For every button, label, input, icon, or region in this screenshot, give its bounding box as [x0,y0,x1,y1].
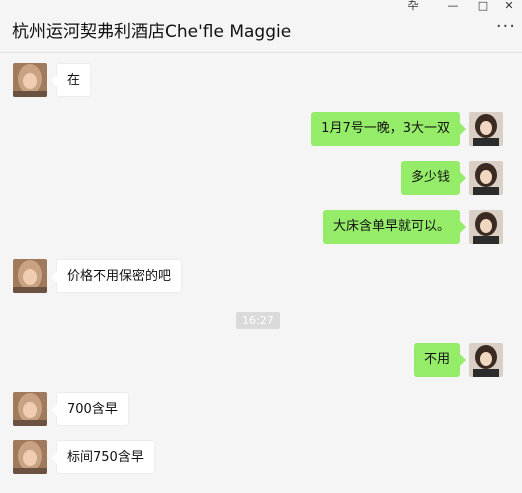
contact-avatar[interactable] [13,392,47,426]
my-avatar[interactable] [469,112,503,146]
title-bar: 杭州运河契弗利酒店Che'fle Maggie 卆 — □ ✕ ··· [0,0,522,53]
minimize-icon[interactable]: — [440,0,466,14]
my-avatar[interactable] [469,210,503,244]
contact-avatar[interactable] [13,440,47,474]
maximize-icon[interactable]: □ [470,0,496,14]
incoming-message[interactable]: 价格不用保密的吧 [50,259,183,293]
close-icon[interactable]: ✕ [496,0,522,14]
incoming-message[interactable]: 标间750含早 [51,440,155,474]
incoming-message[interactable]: 700含早 [51,392,129,426]
outgoing-message[interactable]: 多少钱 [400,161,467,195]
chat-title: 杭州运河契弗利酒店Che'fle Maggie [12,22,292,42]
my-avatar[interactable] [469,161,503,195]
outgoing-message[interactable]: 大床含单早就可以。 [322,210,467,244]
my-avatar[interactable] [469,343,503,377]
outgoing-message[interactable]: 1月7号一晚，3大一双 [311,112,466,146]
message-list[interactable]: 在 1月7号一晚，3大一双 多少钱 大床含单早就可以。 价格不用保密的吧 16:… [0,53,522,493]
contact-avatar[interactable] [13,63,47,97]
more-options-icon[interactable]: ··· [496,18,516,36]
timestamp-label: 16:27 [236,312,280,329]
outgoing-message[interactable]: 不用 [413,343,467,377]
contact-avatar[interactable] [13,259,47,293]
pin-icon[interactable]: 卆 [400,0,426,14]
incoming-message[interactable]: 在 [50,63,92,97]
